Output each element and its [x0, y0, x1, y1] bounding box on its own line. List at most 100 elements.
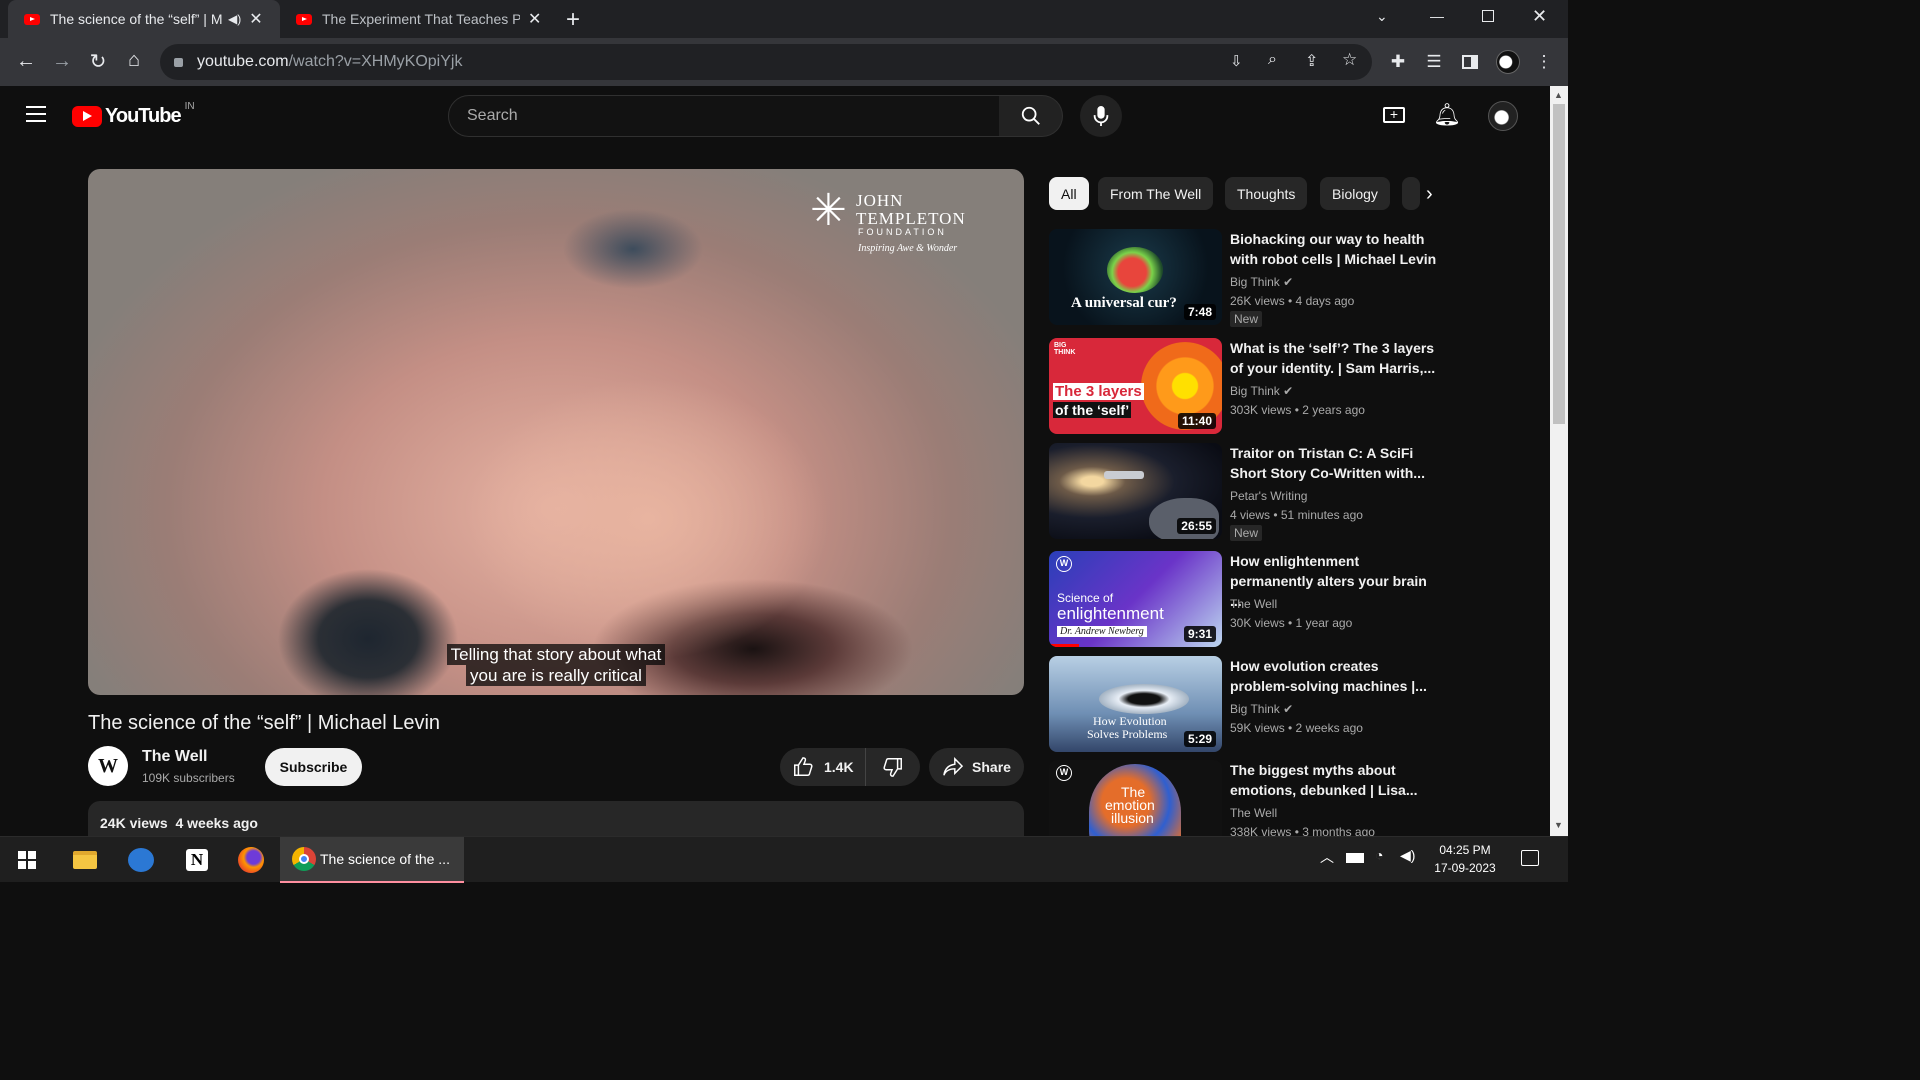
caption-line-2: you are is really critical [88, 665, 1024, 686]
scroll-up-icon[interactable]: ▲ [1554, 90, 1563, 100]
youtube-play-icon [72, 106, 102, 127]
browser-tab[interactable]: The Experiment That Teaches Pec ✕ [284, 0, 552, 38]
tab-search-icon[interactable]: ⌄ [1376, 8, 1388, 25]
search-button[interactable] [999, 95, 1063, 137]
dislike-button[interactable] [866, 748, 920, 786]
speaker-icon[interactable]: ◀) [228, 12, 241, 26]
thumbs-up-icon [794, 757, 813, 776]
extensions-icon[interactable]: ✚ [1384, 38, 1412, 86]
video-player[interactable]: ✳ JOHN TEMPLETON FOUNDATION Inspiring Aw… [88, 169, 1024, 695]
recommendation-item[interactable]: W The emotion illusion The biggest myths… [1049, 760, 1544, 836]
browser-menu-icon[interactable]: ⋮ [1530, 38, 1558, 86]
tab-close-icon[interactable]: ✕ [528, 9, 541, 29]
address-bar[interactable]: youtube.com/watch?v=XHMyKOpiYjk ⇩ ⌕ ⇪ ☆ [160, 44, 1372, 80]
recommendation-channel[interactable]: Big Think ✔ [1230, 702, 1293, 716]
youtube-logo[interactable]: YouTube IN [72, 101, 195, 128]
share-arrow-icon [943, 757, 964, 776]
video-thumbnail[interactable]: A universal cur? 7:48 [1049, 229, 1222, 325]
video-thumbnail[interactable]: W The emotion illusion [1049, 760, 1222, 836]
channel-name[interactable]: The Well [142, 748, 208, 766]
chip-thoughts[interactable]: Thoughts [1225, 177, 1308, 210]
tab-title: The science of the “self” | Mi [50, 11, 222, 27]
back-button[interactable]: ← [8, 50, 44, 73]
notifications-icon[interactable] [1521, 850, 1539, 866]
chrome-taskbar-button[interactable]: The science of the ... [280, 837, 464, 883]
recommendation-channel[interactable]: Petar's Writing [1230, 489, 1307, 503]
search-input[interactable]: Search [448, 95, 1000, 137]
well-logo-icon: W [1056, 765, 1072, 781]
share-button[interactable]: Share [929, 748, 1024, 786]
recommendation-title[interactable]: The biggest myths about emotions, debunk… [1230, 760, 1440, 800]
recommendation-item[interactable]: How Evolution Solves Problems 5:29 How e… [1049, 656, 1544, 752]
thumbs-down-icon [883, 758, 902, 777]
recommendation-title[interactable]: Traitor on Tristan C: A SciFi Short Stor… [1230, 443, 1440, 483]
scroll-down-icon[interactable]: ▼ [1554, 820, 1563, 830]
starburst-logo-icon: ✳ [810, 186, 847, 235]
share-page-icon[interactable]: ⇪ [1305, 51, 1318, 71]
profile-avatar[interactable] [1494, 38, 1522, 86]
mail-app-icon[interactable] [118, 837, 164, 883]
recommendation-meta: 26K views • 4 days ago [1230, 294, 1355, 308]
video-thumbnail[interactable]: BIG THINK The 3 layers of the ‘self’ 11:… [1049, 338, 1222, 434]
hamburger-menu-icon[interactable] [26, 106, 46, 122]
forward-button[interactable]: → [44, 50, 80, 73]
chip-biology[interactable]: Biology [1320, 177, 1390, 210]
volume-icon[interactable]: ◀) [1400, 847, 1415, 864]
account-avatar[interactable] [1488, 101, 1518, 131]
like-button[interactable]: 1.4K [780, 748, 866, 786]
lock-icon [174, 57, 183, 67]
youtube-favicon-icon [24, 13, 40, 25]
video-thumbnail[interactable]: 26:55 [1049, 443, 1222, 539]
new-tab-button[interactable]: + [566, 6, 580, 34]
tab-close-icon[interactable]: ✕ [249, 9, 262, 29]
page-scrollbar[interactable]: ▲ ▼ [1550, 86, 1568, 836]
bookmark-star-icon[interactable]: ☆ [1342, 50, 1357, 70]
like-count: 1.4K [824, 759, 854, 775]
browser-tab-active[interactable]: The science of the “self” | Mi ◀) ✕ [8, 0, 280, 38]
recommendation-title[interactable]: Biohacking our way to health with robot … [1230, 229, 1440, 269]
tray-overflow-chevron-icon[interactable]: ︿ [1320, 847, 1334, 867]
recommendation-channel[interactable]: The Well [1230, 597, 1277, 611]
recommendation-channel[interactable]: Big Think ✔ [1230, 275, 1293, 289]
home-button[interactable]: ⌂ [116, 49, 152, 72]
start-button[interactable] [4, 837, 50, 883]
zoom-icon[interactable]: ⌕ [1268, 51, 1277, 69]
spaceship-illustration [1104, 471, 1144, 479]
notion-icon[interactable]: N [174, 837, 220, 883]
wifi-icon[interactable]: ◔ [1375, 847, 1383, 863]
recommendation-item[interactable]: W Science of enlightenment Dr. Andrew Ne… [1049, 551, 1544, 647]
minimize-button[interactable]: — [1430, 8, 1444, 24]
notifications-bell-icon[interactable]: 🔔︎ [1433, 102, 1461, 128]
media-control-icon[interactable]: ☰ [1420, 38, 1448, 86]
install-app-icon[interactable]: ⇩ [1230, 52, 1243, 70]
video-thumbnail[interactable]: How Evolution Solves Problems 5:29 [1049, 656, 1222, 752]
scrollbar-thumb[interactable] [1553, 104, 1565, 424]
recommendation-item[interactable]: BIG THINK The 3 layers of the ‘self’ 11:… [1049, 338, 1544, 434]
recommendation-title[interactable]: How evolution creates problem-solving ma… [1230, 656, 1440, 696]
recommendation-item[interactable]: A universal cur? 7:48 Biohacking our way… [1049, 229, 1544, 327]
create-video-icon[interactable]: + [1383, 107, 1405, 123]
reload-button[interactable]: ↻ [80, 49, 116, 74]
tab-title: The Experiment That Teaches Pec [322, 11, 520, 27]
file-explorer-icon[interactable] [62, 837, 108, 883]
side-panel-icon[interactable] [1456, 38, 1484, 86]
channel-avatar[interactable]: W [88, 746, 128, 786]
chip-partial[interactable] [1402, 177, 1420, 210]
restore-button[interactable] [1482, 10, 1494, 22]
subscribe-button[interactable]: Subscribe [265, 748, 362, 786]
watch-progress-bar [1049, 644, 1079, 647]
firefox-icon[interactable] [228, 837, 274, 883]
close-window-button[interactable]: ✕ [1532, 6, 1547, 27]
chip-from-the-well[interactable]: From The Well [1098, 177, 1214, 210]
recommendation-title[interactable]: What is the ‘self’? The 3 layers of your… [1230, 338, 1440, 378]
recommendation-channel[interactable]: Big Think ✔ [1230, 384, 1293, 398]
video-thumbnail[interactable]: W Science of enlightenment Dr. Andrew Ne… [1049, 551, 1222, 647]
battery-icon[interactable] [1346, 853, 1364, 863]
recommendation-meta: 59K views • 2 weeks ago [1230, 721, 1363, 735]
voice-search-button[interactable] [1080, 95, 1122, 137]
system-clock[interactable]: 04:25 PM 17-09-2023 [1420, 841, 1510, 877]
chip-all[interactable]: All [1049, 177, 1089, 210]
recommendation-channel[interactable]: The Well [1230, 806, 1277, 820]
recommendation-item[interactable]: 26:55 Traitor on Tristan C: A SciFi Shor… [1049, 443, 1544, 541]
chips-next-chevron-icon[interactable]: › [1426, 183, 1433, 206]
